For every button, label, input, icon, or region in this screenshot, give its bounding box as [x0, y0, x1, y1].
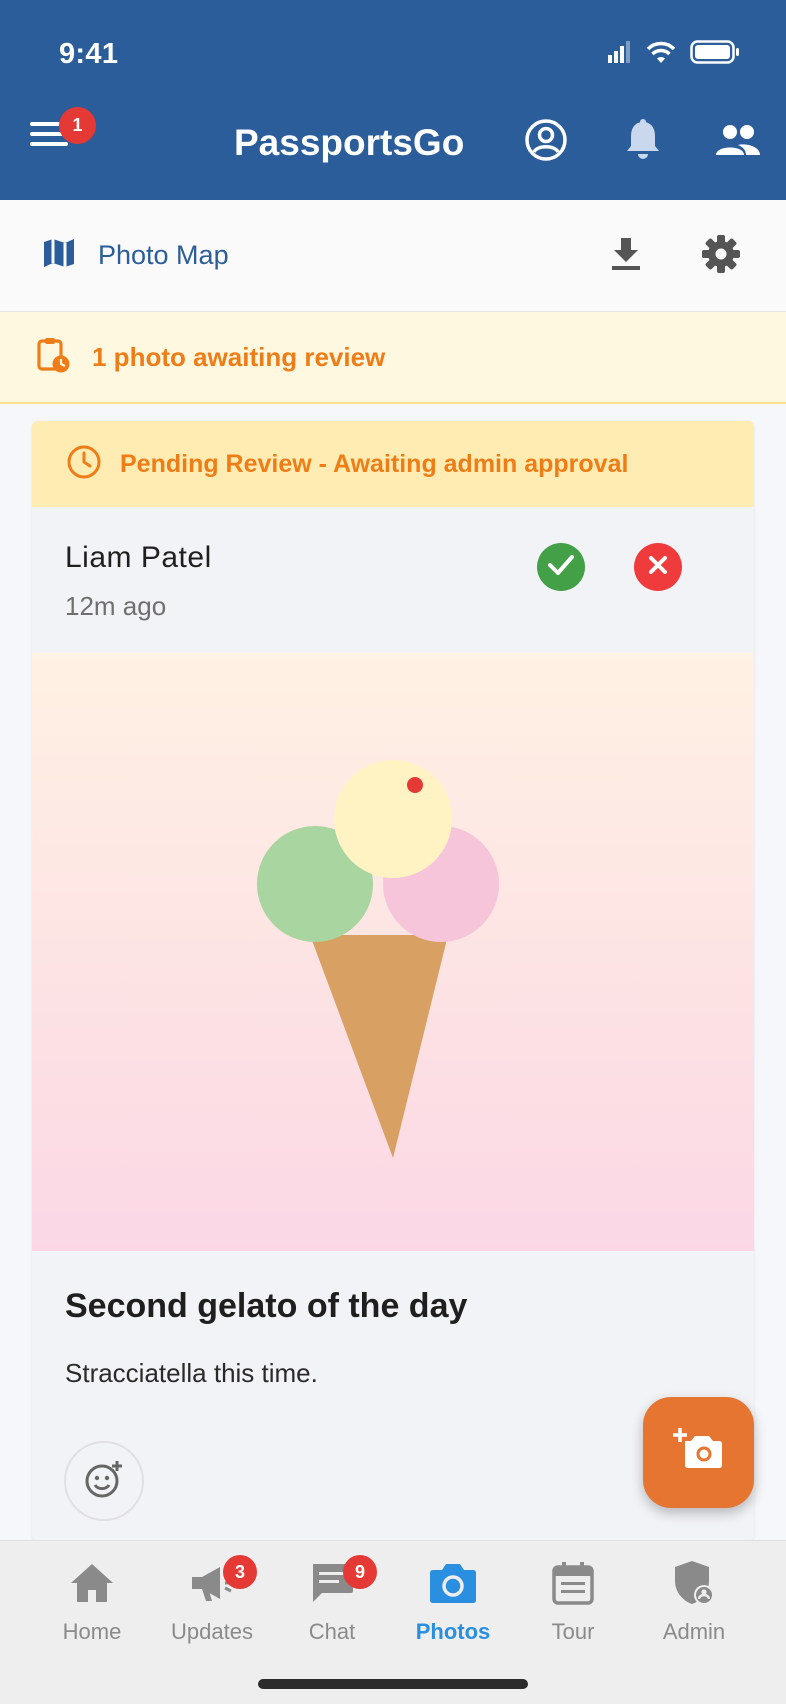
nav-tour[interactable]: Tour: [513, 1557, 633, 1657]
status-time: 9:41: [59, 38, 119, 70]
map-icon: [42, 236, 76, 275]
add-photo-fab[interactable]: [643, 1397, 754, 1508]
post-author-row: Liam Patel 12m ago: [32, 507, 754, 653]
ice-cream-illustration: [257, 760, 499, 1158]
settings-icon: [701, 234, 741, 279]
approve-button[interactable]: [537, 543, 585, 591]
clipboard-clock-icon: [36, 336, 70, 379]
account-circle-icon: [524, 118, 568, 167]
calendar-icon: [547, 1557, 599, 1609]
bell-icon: [624, 118, 662, 167]
people-icon: [715, 123, 761, 162]
pending-review-text: Pending Review - Awaiting admin approval: [120, 449, 629, 478]
updates-badge: 3: [223, 1555, 257, 1589]
download-button[interactable]: [603, 233, 649, 279]
nav-tour-label: Tour: [551, 1619, 595, 1644]
check-icon: [547, 553, 575, 582]
account-button[interactable]: [522, 118, 570, 166]
add-photo-icon: [672, 1427, 725, 1478]
admin-shield-icon: [668, 1557, 720, 1609]
photo-map-link[interactable]: Photo Map: [42, 236, 229, 275]
photo-map-label: Photo Map: [98, 240, 229, 270]
clock-icon: [66, 444, 102, 485]
nav-photos[interactable]: Photos: [393, 1557, 513, 1657]
status-icons: [608, 40, 740, 69]
nav-chat[interactable]: Chat 9: [272, 1555, 392, 1657]
nav-chat-label: Chat: [308, 1619, 356, 1644]
nav-home[interactable]: Home: [32, 1557, 152, 1657]
wifi-icon: [646, 41, 676, 68]
group-button[interactable]: [714, 118, 762, 166]
bottom-navigation: Home Updates 3 Chat 9 Photos Tour Admin: [0, 1540, 786, 1704]
nav-photos-label: Photos: [415, 1619, 491, 1644]
nav-updates[interactable]: Updates 3: [152, 1555, 272, 1657]
signal-icon: [608, 41, 632, 68]
nav-admin[interactable]: Admin: [634, 1557, 754, 1657]
add-reaction-button[interactable]: [64, 1441, 144, 1521]
post-title: Second gelato of the day: [65, 1287, 468, 1325]
app-title: PassportsGo: [234, 122, 465, 163]
download-icon: [610, 236, 642, 277]
battery-icon: [690, 40, 740, 69]
review-banner-text: 1 photo awaiting review: [92, 341, 386, 372]
home-icon: [66, 1557, 118, 1609]
photo-post-card: Pending Review - Awaiting admin approval…: [32, 421, 754, 1541]
notifications-button[interactable]: [619, 118, 667, 166]
settings-button[interactable]: [698, 233, 744, 279]
close-icon: [647, 554, 669, 581]
pending-review-banner: Pending Review - Awaiting admin approval: [32, 421, 754, 507]
post-photo[interactable]: [32, 653, 754, 1251]
add-reaction-icon: [83, 1458, 125, 1505]
home-indicator: [258, 1679, 528, 1689]
camera-icon: [427, 1557, 479, 1609]
post-caption: Stracciatella this time.: [65, 1358, 318, 1388]
app-header: 9:41 1 PassportsGo: [0, 0, 786, 200]
reject-button[interactable]: [634, 543, 682, 591]
review-banner[interactable]: 1 photo awaiting review: [0, 312, 786, 404]
nav-home-label: Home: [62, 1619, 122, 1644]
photo-toolbar: Photo Map: [0, 200, 786, 312]
chat-badge: 9: [343, 1555, 377, 1589]
menu-notification-badge: 1: [59, 107, 96, 144]
nav-updates-label: Updates: [171, 1619, 253, 1644]
post-timestamp: 12m ago: [65, 591, 167, 621]
app-screen: 9:41 1 PassportsGo Photo Map 1 photo awa…: [0, 0, 786, 1704]
author-name: Liam Patel: [65, 541, 212, 574]
nav-admin-label: Admin: [662, 1619, 726, 1644]
